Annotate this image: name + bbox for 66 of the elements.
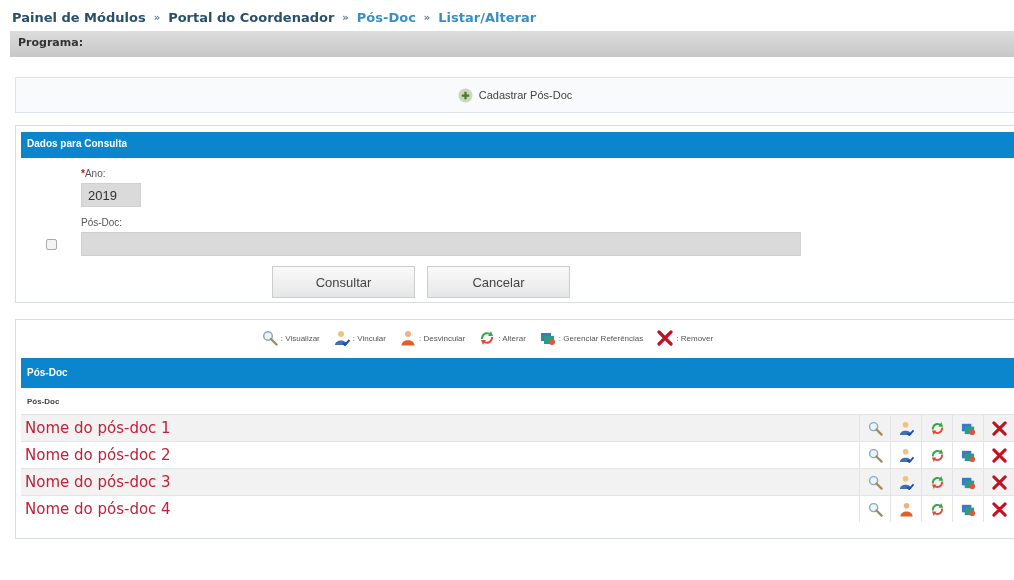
legend-label: : Desvincular: [419, 333, 466, 343]
row-action-button[interactable]: [991, 501, 1007, 517]
remove-icon: [657, 330, 674, 346]
person-link-icon: [898, 447, 914, 463]
table-cell-text: Nome do pós-doc 3: [24, 473, 172, 491]
column-header: Pós-Doc: [26, 396, 61, 408]
edit-arrows-icon: [929, 447, 945, 463]
legend-label: : Visualizar: [280, 333, 320, 343]
person-link-icon: [333, 330, 350, 346]
action-button[interactable]: Consultar: [272, 266, 415, 298]
magnifier-icon: [867, 447, 883, 463]
breadcrumb-link[interactable]: Pós-Doc: [356, 10, 416, 25]
person-remove-icon: [400, 330, 416, 346]
row-action-button[interactable]: [898, 501, 914, 517]
row-action-button[interactable]: [929, 474, 945, 490]
edit-arrows-icon: [479, 330, 496, 346]
person-link-icon: [898, 474, 914, 490]
remove-icon: [991, 420, 1007, 436]
row-action-button[interactable]: [867, 501, 883, 517]
add-icon: [457, 87, 473, 103]
magnifier-icon: [867, 474, 883, 490]
person-remove-icon: [898, 501, 914, 517]
breadcrumb-separator: »: [153, 12, 161, 23]
program-bar: Programa:: [10, 31, 1014, 57]
register-button[interactable]: Cadastrar Pós-Doc: [453, 83, 577, 107]
cards-icon: [539, 330, 556, 346]
breadcrumb-link[interactable]: Painel de Módulos: [12, 10, 146, 25]
row-action-button[interactable]: [898, 447, 914, 463]
action-button[interactable]: Cancelar: [427, 266, 570, 298]
field-label: Pós-Doc:: [81, 217, 124, 228]
breadcrumb-link[interactable]: Portal do Coordenador: [168, 10, 335, 25]
table-cell-text: Nome do pós-doc 2: [24, 446, 172, 464]
breadcrumb-separator: »: [423, 12, 431, 23]
row-action-button[interactable]: [929, 501, 945, 517]
edit-arrows-icon: [929, 474, 945, 490]
input-field[interactable]: [81, 232, 801, 256]
person-link-icon: [898, 420, 914, 436]
magnifier-icon: [261, 330, 278, 346]
legend-label: : Alterar: [498, 333, 526, 343]
edit-arrows-icon: [929, 420, 945, 436]
input-field[interactable]: 2019: [81, 183, 141, 207]
breadcrumb-link[interactable]: Listar/Alterar: [438, 10, 537, 25]
legend-label: : Gerenciar Referências: [558, 333, 644, 343]
row-action-button[interactable]: [929, 420, 945, 436]
row-action-button[interactable]: [991, 447, 1007, 463]
edit-arrows-icon: [929, 501, 945, 517]
remove-icon: [991, 501, 1007, 517]
remove-icon: [991, 447, 1007, 463]
panel-header: Pós-Doc: [21, 358, 1014, 388]
field-label: *Ano:: [81, 168, 107, 179]
row-action-button[interactable]: [898, 474, 914, 490]
panel-header: Dados para Consulta: [21, 132, 1014, 158]
magnifier-icon: [867, 501, 883, 517]
legend-label: : Remover: [676, 333, 714, 343]
row-action-button[interactable]: [929, 447, 945, 463]
row-action-button[interactable]: [867, 447, 883, 463]
magnifier-icon: [867, 420, 883, 436]
legend-label: : Vincular: [352, 333, 386, 343]
row-action-button[interactable]: [991, 420, 1007, 436]
table-cell-text: Nome do pós-doc 1: [24, 419, 172, 437]
checkbox[interactable]: [45, 239, 57, 250]
table-cell-text: Nome do pós-doc 4: [24, 500, 172, 518]
remove-icon: [991, 474, 1007, 490]
breadcrumb-separator: »: [342, 12, 349, 23]
row-action-button[interactable]: [898, 420, 914, 436]
row-action-button[interactable]: [991, 474, 1007, 490]
